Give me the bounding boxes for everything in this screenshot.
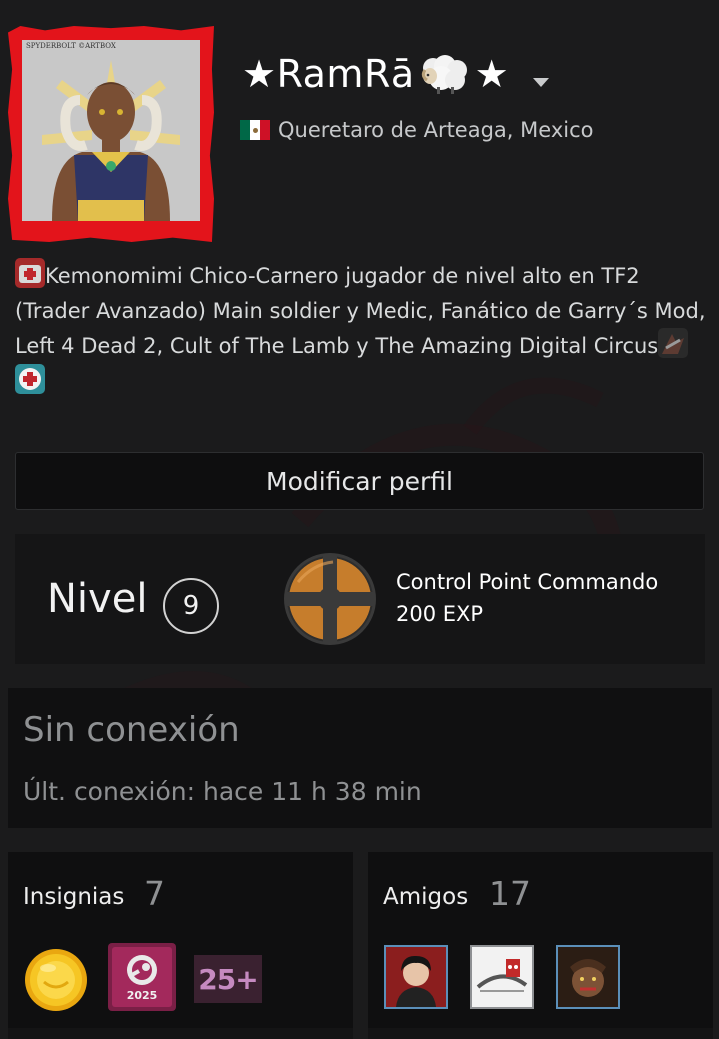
mexico-flag-icon [240, 120, 270, 140]
name-history-dropdown-icon[interactable] [533, 78, 549, 87]
avatar[interactable] [22, 40, 200, 221]
next-card [368, 1028, 713, 1039]
summary-text: Kemonomimi Chico-Carnero jugador de nive… [15, 264, 706, 358]
medic-cross-emoticon-icon [15, 363, 45, 394]
next-card [8, 1028, 353, 1039]
profile-name: ★RamRā ★ [242, 52, 509, 96]
friends-title[interactable]: Amigos [383, 884, 468, 910]
location-text: Queretaro de Arteaga, Mexico [278, 118, 594, 142]
friend-avatar-icon [472, 947, 532, 1007]
featured-badge-name[interactable]: Control Point Commando [396, 570, 658, 594]
years-of-service-badge-icon[interactable]: 25+ [194, 955, 262, 1003]
medkit-emoticon-icon [15, 258, 45, 288]
friend-avatar-icon [386, 947, 446, 1007]
featured-badge-xp: 200 EXP [396, 602, 484, 626]
badges-count: 7 [144, 874, 165, 913]
friend-avatar[interactable] [556, 945, 620, 1009]
replay-year-text: 2025 [126, 989, 158, 1002]
gold-coin-badge-icon[interactable] [24, 948, 88, 1012]
profile-name-prefix: ★RamRā [242, 52, 415, 96]
last-online-text: Últ. conexión: hace 11 h 38 min [23, 777, 422, 806]
steam-replay-badge-icon[interactable]: 2025 [108, 943, 176, 1011]
friend-avatar[interactable] [470, 945, 534, 1009]
avatar-illustration [22, 40, 200, 221]
level-value: 9 [163, 578, 219, 634]
tf2-logo-icon[interactable] [283, 552, 377, 646]
online-status: Sin conexión [23, 710, 240, 750]
soldier-emoticon-icon [658, 328, 689, 358]
profile-summary: Kemonomimi Chico-Carnero jugador de nive… [15, 258, 710, 399]
level-label: Nivel [47, 576, 148, 622]
badges-title[interactable]: Insignias [23, 884, 124, 910]
edit-profile-button[interactable]: Modificar perfil [15, 452, 704, 510]
avatar-caption: SPYDERBOLT ©ARTBOX [26, 42, 116, 50]
friends-count: 17 [489, 874, 531, 913]
profile-name-suffix: ★ [474, 52, 510, 96]
sheep-emoji-icon [421, 55, 467, 94]
friend-avatar-icon [558, 947, 618, 1007]
friend-avatar[interactable] [384, 945, 448, 1009]
status-panel [8, 688, 712, 828]
profile-location: Queretaro de Arteaga, Mexico [240, 118, 593, 142]
